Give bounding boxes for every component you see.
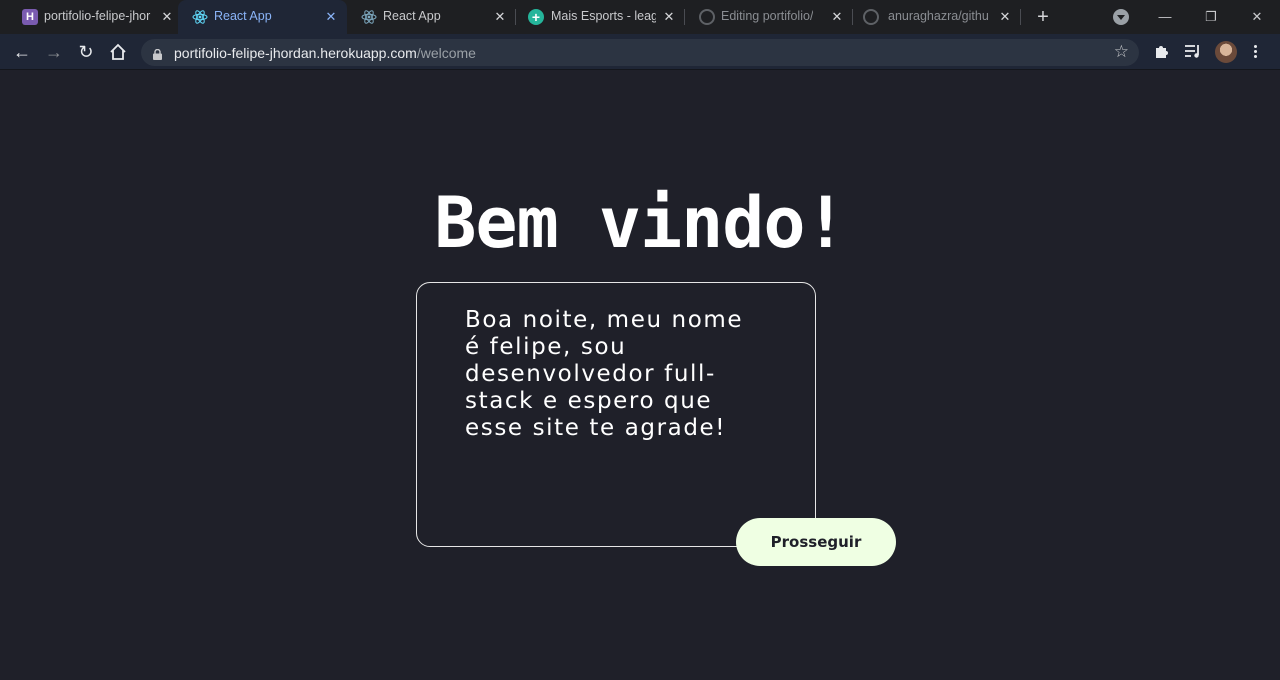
tab-anuraghazra[interactable]: anuraghazra/githu ✕ xyxy=(853,0,1021,34)
page-content: Bem vindo! Boa noite, meu nome é felipe,… xyxy=(0,70,1280,680)
close-icon[interactable]: ✕ xyxy=(491,8,509,26)
proceed-button[interactable]: Prosseguir xyxy=(736,518,896,566)
new-tab-button[interactable]: + xyxy=(1033,7,1053,27)
welcome-message: Boa noite, meu nome é felipe, sou desenv… xyxy=(465,307,744,441)
url-host: portifolio-felipe-jhordan.herokuapp.com xyxy=(174,45,417,61)
github-icon xyxy=(863,9,879,25)
profile-avatar[interactable] xyxy=(1215,41,1237,63)
close-icon[interactable]: ✕ xyxy=(158,8,176,26)
extensions-puzzle-icon[interactable] xyxy=(1152,43,1170,61)
bookmark-star-icon[interactable]: ☆ xyxy=(1114,42,1129,62)
menu-kebab-icon[interactable] xyxy=(1252,43,1258,61)
tab-title: Mais Esports - leag xyxy=(551,9,656,23)
tab-title: anuraghazra/githu xyxy=(888,9,989,23)
tab-title: Editing portifolio/R xyxy=(721,9,813,23)
tab-strip: H portifolio-felipe-jhor ✕ React App ✕ R… xyxy=(0,0,1280,34)
restore-icon[interactable]: ❐ xyxy=(1201,7,1221,27)
media-playlist-icon[interactable] xyxy=(1184,43,1202,61)
mais-esports-icon: + xyxy=(528,9,544,25)
tab-separator xyxy=(1020,9,1021,25)
tab-title: portifolio-felipe-jhor xyxy=(44,9,151,23)
close-icon[interactable]: ✕ xyxy=(660,8,678,26)
address-bar[interactable]: portifolio-felipe-jhordan.herokuapp.com/… xyxy=(141,39,1139,66)
react-icon xyxy=(361,9,377,25)
close-icon[interactable]: ✕ xyxy=(996,8,1014,26)
lock-icon xyxy=(153,47,162,60)
github-icon xyxy=(699,9,715,25)
tab-mais-esports[interactable]: + Mais Esports - leag ✕ xyxy=(516,0,685,34)
window-close-icon[interactable]: ✕ xyxy=(1247,7,1267,27)
message-card: Boa noite, meu nome é felipe, sou desenv… xyxy=(416,282,816,547)
back-arrow-icon[interactable]: ← xyxy=(12,42,32,62)
react-icon xyxy=(192,9,208,25)
tab-react-app[interactable]: React App ✕ xyxy=(347,0,516,34)
url-path: /welcome xyxy=(416,45,476,61)
tab-editing-portifolio[interactable]: Editing portifolio/R ✕ xyxy=(685,0,853,34)
tab-react-app-active[interactable]: React App ✕ xyxy=(178,0,347,34)
reload-icon[interactable]: ↻ xyxy=(76,42,96,62)
close-icon[interactable]: ✕ xyxy=(828,8,846,26)
close-icon[interactable]: ✕ xyxy=(322,8,340,26)
tab-search-icon[interactable] xyxy=(1113,9,1129,25)
url-text: portifolio-felipe-jhordan.herokuapp.com/… xyxy=(174,45,476,61)
home-icon[interactable] xyxy=(108,42,128,62)
forward-arrow-icon[interactable]: → xyxy=(44,42,64,62)
minimize-icon[interactable]: — xyxy=(1155,7,1175,27)
tab-title: React App xyxy=(214,9,272,23)
browser-toolbar: ← → ↻ portifolio-felipe-jhordan.herokuap… xyxy=(0,34,1280,70)
tab-portifolio[interactable]: H portifolio-felipe-jhor ✕ xyxy=(8,0,178,34)
heroku-icon: H xyxy=(22,9,38,25)
tab-title: React App xyxy=(383,9,441,23)
welcome-heading: Bem vindo! xyxy=(434,182,846,264)
